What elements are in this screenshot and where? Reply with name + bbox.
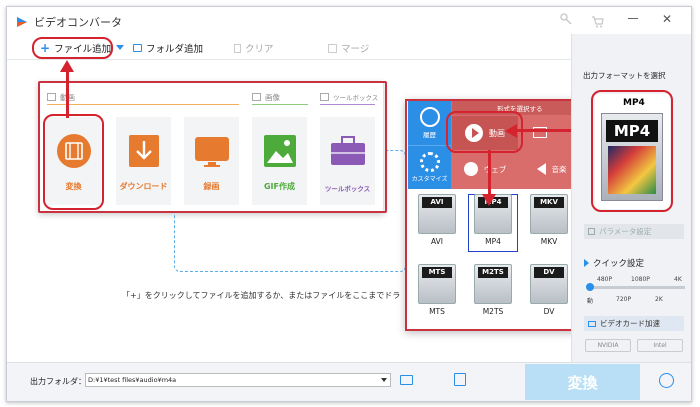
quality-slider[interactable] <box>586 283 685 291</box>
res-bottom-original: 動 <box>587 298 594 305</box>
browse-folder-icon[interactable] <box>400 375 413 385</box>
quality-slider-thumb[interactable] <box>586 283 594 291</box>
intel-badge: Intel <box>637 339 683 352</box>
add-folder-button[interactable]: フォルダ追加 <box>133 40 203 56</box>
output-folder-value: D:¥1¥test files¥audio¥m4a <box>88 376 177 384</box>
output-folder-field[interactable]: D:¥1¥test files¥audio¥m4a <box>85 373 391 387</box>
add-file-button[interactable]: + ファイル追加 <box>40 40 111 56</box>
gpu-icon <box>588 320 596 327</box>
output-format-heading: 出力フォーマットを選択 <box>583 71 666 80</box>
res-top-1080p: 1080P <box>631 276 650 283</box>
add-folder-label: フォルダ追加 <box>146 44 204 55</box>
gpu-accel-label: ビデオカード加速 <box>600 319 660 328</box>
convert-tile-highlight <box>43 114 104 210</box>
nvidia-badge: NVIDIA <box>585 339 631 352</box>
merge-icon <box>328 43 337 53</box>
res-top-4k: 4K <box>674 276 682 283</box>
output-folder-label: 出力フォルダ： <box>30 377 86 386</box>
arrow-down-head <box>482 194 496 206</box>
drop-hint-text: 「+」をクリックしてファイルを追加するか、またはファイルをここまでドラ <box>122 291 401 300</box>
arrow-left-head <box>505 123 517 138</box>
res-bottom-720p: 720P <box>616 296 632 303</box>
merge-label: マージ <box>341 44 370 55</box>
add-file-dropdown-icon[interactable] <box>116 45 124 50</box>
clear-button[interactable]: クリア <box>234 40 274 56</box>
folder-dropdown-icon[interactable] <box>381 378 387 382</box>
window-title: ビデオコンバータ <box>34 16 122 29</box>
app-logo-icon <box>16 13 28 27</box>
parameter-settings-button[interactable]: パラメータ設定 <box>584 224 684 239</box>
add-file-label: ファイル追加 <box>54 44 112 55</box>
gpu-accel-button[interactable]: ビデオカード加速 <box>584 316 684 331</box>
plus-icon: + <box>40 41 51 55</box>
caret-right-icon <box>584 259 589 267</box>
settings-icon <box>588 228 595 235</box>
parameter-settings-label: パラメータ設定 <box>599 227 652 236</box>
clear-label: クリア <box>245 44 274 55</box>
arrow-up-head <box>60 60 74 72</box>
quick-settings-text: クイック設定 <box>593 259 645 269</box>
key-icon[interactable] <box>560 13 572 28</box>
cart-icon[interactable] <box>591 13 604 32</box>
open-output-icon[interactable] <box>454 373 466 386</box>
alarm-clock-icon[interactable] <box>659 373 674 388</box>
res-bottom-2k: 2K <box>655 296 663 303</box>
minimize-button[interactable] <box>628 18 638 19</box>
convert-button[interactable]: 変換 <box>525 364 640 400</box>
quick-settings-label: クイック設定 <box>584 257 644 269</box>
output-format-highlight <box>591 90 673 212</box>
merge-button[interactable]: マージ <box>328 40 369 56</box>
close-button[interactable]: ✕ <box>662 12 672 26</box>
arrow-up-line <box>66 70 69 118</box>
format-popup-highlight <box>405 99 586 331</box>
arrow-down-line <box>488 150 491 198</box>
folder-icon <box>133 44 142 52</box>
res-top-480p: 480P <box>597 276 613 283</box>
trash-icon <box>234 43 241 53</box>
